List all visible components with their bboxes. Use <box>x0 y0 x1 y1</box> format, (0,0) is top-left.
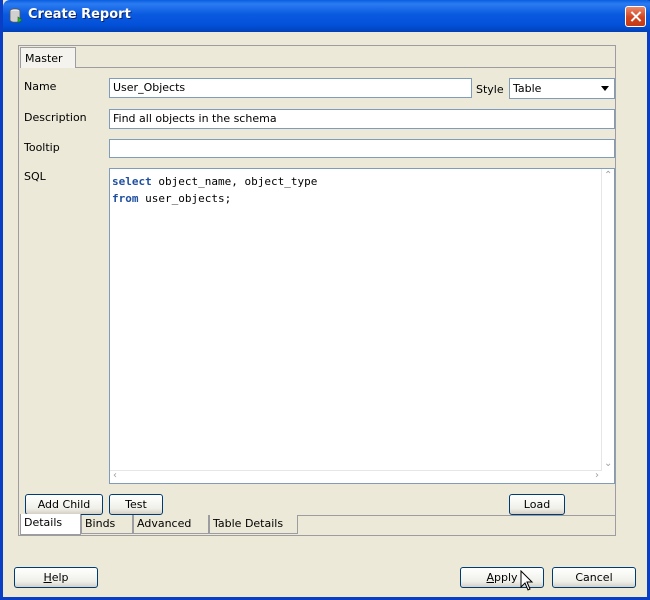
description-label: Description <box>24 111 87 124</box>
add-child-button[interactable]: Add Child <box>25 494 103 515</box>
tab-table-details[interactable]: Table Details <box>209 515 298 534</box>
scroll-up-icon[interactable]: ⌃ <box>604 171 612 181</box>
tooltip-field[interactable] <box>109 139 615 158</box>
sql-line: select object_name, object_type <box>112 173 317 190</box>
sql-line: from user_objects; <box>112 190 317 207</box>
sql-keyword: from <box>112 192 139 205</box>
cancel-button[interactable]: Cancel <box>552 567 636 588</box>
sql-text: object_name, object_type <box>151 175 318 188</box>
sql-editor[interactable]: select object_name, object_type from user… <box>109 168 615 484</box>
close-button[interactable] <box>625 6 646 27</box>
sql-label: SQL <box>24 170 46 183</box>
name-label: Name <box>24 80 57 93</box>
name-field[interactable]: User_Objects <box>109 78 472 98</box>
tab-master[interactable]: Master <box>20 47 76 68</box>
sql-text: user_objects; <box>138 192 232 205</box>
tab-binds[interactable]: Binds <box>81 515 133 534</box>
mouse-pointer-icon <box>520 570 534 591</box>
style-select-value: Table <box>513 82 542 95</box>
tab-divider <box>76 67 615 68</box>
style-label: Style <box>476 83 504 96</box>
scroll-down-icon[interactable]: ⌄ <box>604 459 612 469</box>
load-button[interactable]: Load <box>509 494 565 515</box>
help-button[interactable]: Help <box>14 567 98 588</box>
tab-advanced[interactable]: Advanced <box>133 515 209 534</box>
scroll-right-icon[interactable]: › <box>595 471 599 481</box>
test-button[interactable]: Test <box>109 494 163 515</box>
sql-keyword: select <box>112 175 152 188</box>
title-bar[interactable]: Create Report <box>3 0 650 32</box>
description-field[interactable]: Find all objects in the schema <box>109 109 615 129</box>
window-title: Create Report <box>28 7 131 22</box>
tab-details[interactable]: Details <box>20 514 81 535</box>
style-select[interactable]: Table <box>509 78 615 99</box>
vertical-scrollbar[interactable]: ⌃ ⌄ <box>601 169 614 471</box>
database-icon <box>9 8 23 24</box>
chevron-down-icon <box>601 86 609 91</box>
tooltip-label: Tooltip <box>24 141 60 154</box>
sql-code: select object_name, object_type from user… <box>112 173 317 207</box>
horizontal-scrollbar[interactable]: ‹ › <box>110 470 602 483</box>
scroll-left-icon[interactable]: ‹ <box>113 471 117 481</box>
